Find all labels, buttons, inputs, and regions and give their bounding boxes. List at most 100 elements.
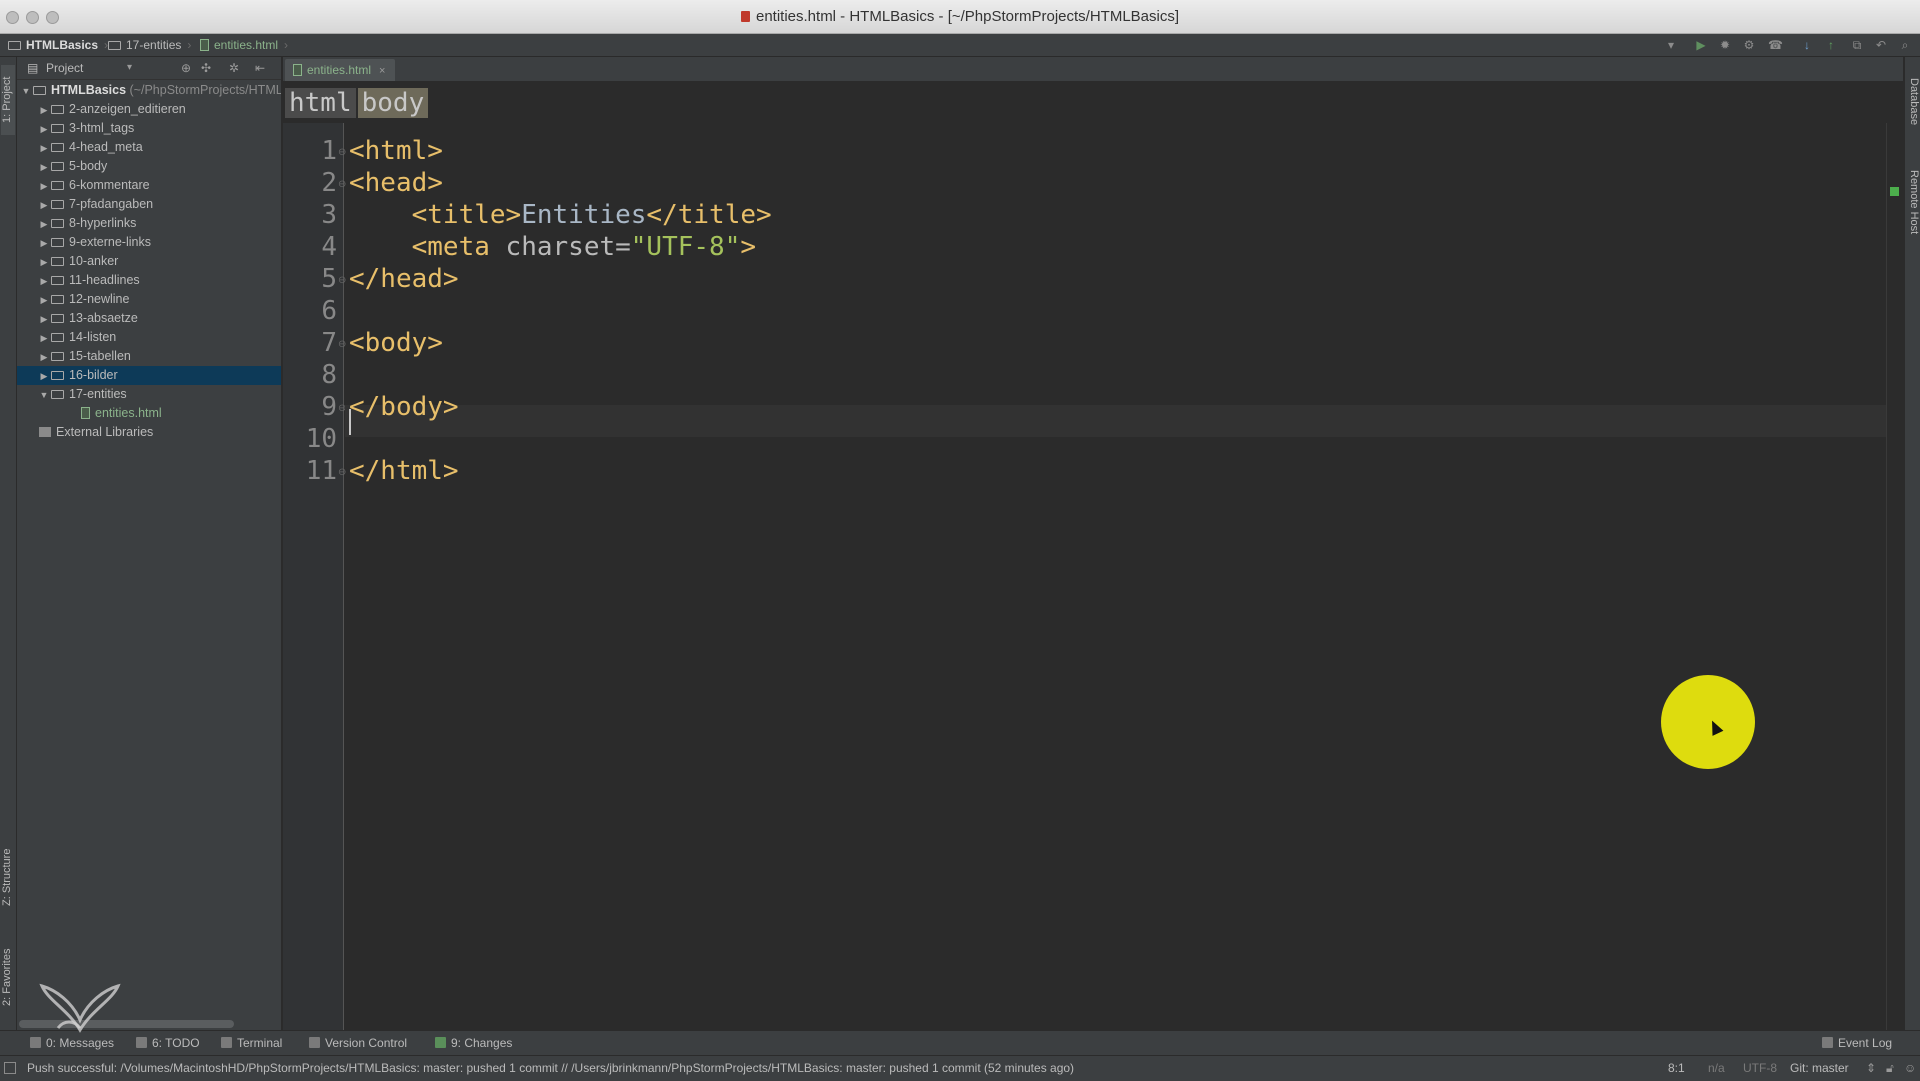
collapsed-arrow-icon[interactable]: ▶ xyxy=(37,310,51,328)
listen-debug-icon[interactable]: ☎ xyxy=(1768,38,1783,52)
collapsed-arrow-icon[interactable]: ▶ xyxy=(37,329,51,347)
editor-tab-entities[interactable]: entities.html × xyxy=(285,59,396,81)
tree-folder[interactable]: ▶ 7-pfadangaben xyxy=(17,195,281,214)
favorites-tool-tab[interactable]: 2: Favorites xyxy=(1,937,15,1017)
tree-folder[interactable]: ▶ 10-anker xyxy=(17,252,281,271)
version-control-tool-label: Version Control xyxy=(325,1036,408,1050)
changes-tool-label: 9: Changes xyxy=(451,1036,513,1050)
run-config-dropdown-icon[interactable]: ▾ xyxy=(1664,38,1678,52)
code-line-5[interactable]: </head> xyxy=(349,263,459,295)
fold-marker-icon[interactable]: ⊖ xyxy=(338,169,346,201)
code-line-7[interactable]: <body> xyxy=(349,327,443,359)
scroll-from-source-icon[interactable]: ⊕ xyxy=(181,57,191,79)
status-message[interactable]: Push successful: /Volumes/MacintoshHD/Ph… xyxy=(27,1056,1647,1081)
expanded-arrow-icon[interactable]: ▼ xyxy=(19,82,33,100)
vcs-commit-icon[interactable]: ↑ xyxy=(1824,38,1838,52)
tree-folder[interactable]: ▶ 13-absaetze xyxy=(17,309,281,328)
code-line-4[interactable]: <meta charset="UTF-8"> xyxy=(349,231,756,263)
line-separator[interactable]: n/a xyxy=(1708,1056,1725,1081)
editor-vertical-scrollbar[interactable] xyxy=(1886,123,1904,1030)
project-tool-tab[interactable]: 1: Project xyxy=(1,65,15,135)
inspector-icon[interactable]: ☺ xyxy=(1904,1056,1916,1081)
no-problems-indicator-icon[interactable] xyxy=(1890,187,1899,196)
collapsed-arrow-icon[interactable]: ▶ xyxy=(37,120,51,138)
tree-file[interactable]: entities.html xyxy=(17,404,281,423)
code-line-1[interactable]: <html> xyxy=(349,135,443,167)
code-line-11[interactable]: </html> xyxy=(349,455,459,487)
remote-host-tool-tab[interactable]: Remote Host xyxy=(1906,157,1920,247)
expanded-arrow-icon[interactable]: ▼ xyxy=(37,386,51,404)
collapsed-arrow-icon[interactable]: ▶ xyxy=(37,177,51,195)
run-icon[interactable]: ▶ xyxy=(1694,38,1708,52)
tree-folder[interactable]: ▶ 6-kommentare xyxy=(17,176,281,195)
nav-crumb-project[interactable]: HTMLBasics › xyxy=(8,34,108,56)
fold-marker-icon[interactable]: ⊖ xyxy=(338,265,346,297)
code-line-9[interactable]: </body> xyxy=(349,391,459,423)
collapsed-arrow-icon[interactable]: ▶ xyxy=(37,158,51,176)
changes-tool-button[interactable]: 9: Changes xyxy=(435,1031,512,1055)
terminal-tool-button[interactable]: Terminal xyxy=(221,1031,282,1055)
tree-root-project[interactable]: ▼ HTMLBasics (~/PhpStormProjects/HTMLBasi… xyxy=(17,81,281,100)
caret-position[interactable]: 8:1 xyxy=(1668,1056,1685,1081)
collapsed-arrow-icon[interactable]: ▶ xyxy=(37,348,51,366)
todo-tool-label: 6: TODO xyxy=(152,1036,200,1050)
tree-folder[interactable]: ▶ 14-listen xyxy=(17,328,281,347)
event-log-tool-button[interactable]: Event Log xyxy=(1822,1031,1892,1055)
tree-folder[interactable]: ▶ 15-tabellen xyxy=(17,347,281,366)
nav-crumb-file[interactable]: entities.html › xyxy=(200,34,288,56)
file-encoding[interactable]: UTF-8 xyxy=(1743,1056,1777,1081)
collapsed-arrow-icon[interactable]: ▶ xyxy=(37,253,51,271)
tree-folder[interactable]: ▶ 9-externe-links xyxy=(17,233,281,252)
collapsed-arrow-icon[interactable]: ▶ xyxy=(37,234,51,252)
project-view-selector[interactable]: Project xyxy=(46,57,83,79)
hide-panel-icon[interactable]: ⇤ xyxy=(255,57,265,79)
tree-folder[interactable]: ▶ 2-anzeigen_editieren xyxy=(17,100,281,119)
fold-marker-icon[interactable]: ⊖ xyxy=(338,137,346,169)
folder-icon xyxy=(51,314,64,323)
lock-icon[interactable]: 🔓︎ xyxy=(1886,1056,1894,1081)
tool-windows-toggle-icon[interactable] xyxy=(4,1062,16,1074)
tree-folder-selected[interactable]: ▶ 16-bilder xyxy=(17,366,281,385)
fold-marker-icon[interactable]: ⊖ xyxy=(338,329,346,361)
collapsed-arrow-icon[interactable]: ▶ xyxy=(37,215,51,233)
branch-switch-icon[interactable]: ⇕ xyxy=(1866,1056,1876,1081)
collapsed-arrow-icon[interactable]: ▶ xyxy=(37,196,51,214)
tag-crumb-html[interactable]: html xyxy=(285,88,356,118)
tree-folder[interactable]: ▶ 4-head_meta xyxy=(17,138,281,157)
collapsed-arrow-icon[interactable]: ▶ xyxy=(37,367,51,385)
version-control-tool-button[interactable]: Version Control xyxy=(309,1031,407,1055)
tree-folder[interactable]: ▶ 8-hyperlinks xyxy=(17,214,281,233)
compare-icon[interactable]: ⧉ xyxy=(1850,38,1864,52)
todo-tool-button[interactable]: 6: TODO xyxy=(136,1031,200,1055)
coverage-icon[interactable]: ⚙ xyxy=(1742,38,1756,52)
collapsed-arrow-icon[interactable]: ▶ xyxy=(37,139,51,157)
code-line-2[interactable]: <head> xyxy=(349,167,443,199)
gear-icon[interactable]: ✲ xyxy=(229,57,239,79)
search-everywhere-icon[interactable]: ⌕ xyxy=(1898,38,1912,52)
changes-icon xyxy=(435,1037,446,1048)
editor-tab-label: entities.html xyxy=(307,63,372,77)
debug-icon[interactable]: ✹ xyxy=(1718,38,1732,52)
tag-crumb-body[interactable]: body xyxy=(357,88,429,118)
chevron-down-icon[interactable]: ▾ xyxy=(127,57,132,79)
tree-external-libraries[interactable]: External Libraries xyxy=(17,423,281,442)
fold-marker-icon[interactable]: ⊖ xyxy=(338,457,346,489)
tree-folder[interactable]: ▶ 11-headlines xyxy=(17,271,281,290)
messages-tool-button[interactable]: 0: Messages xyxy=(30,1031,114,1055)
structure-tool-tab[interactable]: Z: Structure xyxy=(1,837,15,917)
tree-folder-expanded[interactable]: ▼ 17-entities xyxy=(17,385,281,404)
close-icon[interactable]: × xyxy=(379,65,385,77)
tree-folder[interactable]: ▶ 5-body xyxy=(17,157,281,176)
vcs-update-icon[interactable]: ↓ xyxy=(1800,38,1814,52)
collapsed-arrow-icon[interactable]: ▶ xyxy=(37,101,51,119)
vcs-branch[interactable]: Git: master xyxy=(1790,1056,1849,1081)
tree-folder[interactable]: ▶ 3-html_tags xyxy=(17,119,281,138)
collapsed-arrow-icon[interactable]: ▶ xyxy=(37,272,51,290)
code-line-3[interactable]: <title>Entities</title> xyxy=(349,199,772,231)
tree-folder[interactable]: ▶ 12-newline xyxy=(17,290,281,309)
collapse-all-icon[interactable]: ✣ xyxy=(201,57,211,79)
collapsed-arrow-icon[interactable]: ▶ xyxy=(37,291,51,309)
database-tool-tab[interactable]: Database xyxy=(1906,67,1920,137)
nav-crumb-folder[interactable]: 17-entities › xyxy=(108,34,191,56)
revert-icon[interactable]: ↶ xyxy=(1874,38,1888,52)
